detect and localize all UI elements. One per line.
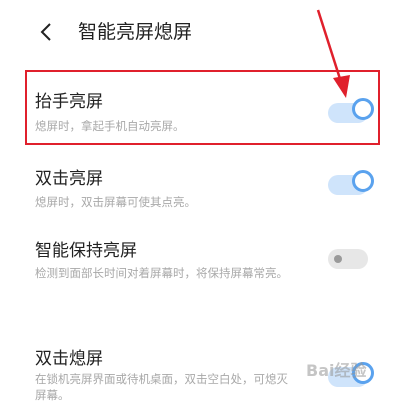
smart-stay-awake-toggle[interactable] [328,249,368,269]
setting-description: 熄屏时，双击屏幕可使其点亮。 [35,195,196,209]
toggle-knob [352,170,374,192]
setting-double-tap-wake: 双击亮屏 熄屏时，双击屏幕可使其点亮。 [0,167,409,217]
setting-label: 双击熄屏 [35,349,103,369]
header-bar: 智能亮屏熄屏 [0,0,409,62]
setting-double-tap-sleep: 双击熄屏 在锁机亮屏界面或待机桌面，双击空白处，可熄灭 屏幕。 [0,347,409,402]
setting-label: 抬手亮屏 [35,92,103,112]
page-title: 智能亮屏熄屏 [78,21,193,43]
setting-description: 在锁机亮屏界面或待机桌面，双击空白处，可熄灭 [35,372,288,386]
setting-label: 双击亮屏 [35,169,103,189]
toggle-knob [352,362,374,384]
raise-to-wake-toggle[interactable] [328,98,374,123]
toggle-knob [352,98,374,120]
back-arrow-icon[interactable] [36,18,60,46]
setting-description: 检测到面部长时间对着屏幕时，将保持屏幕常亮。 [35,266,288,280]
setting-raise-to-wake: 抬手亮屏 熄屏时，拿起手机自动亮屏。 [0,90,409,140]
setting-description: 熄屏时，拿起手机自动亮屏。 [35,119,185,133]
setting-label: 智能保持亮屏 [35,241,137,261]
double-tap-sleep-toggle[interactable] [328,362,374,387]
double-tap-wake-toggle[interactable] [328,170,374,195]
setting-smart-stay-awake: 智能保持亮屏 检测到面部长时间对着屏幕时，将保持屏幕常亮。 [0,239,409,289]
setting-description-cont: 屏幕。 [35,388,70,402]
toggle-knob [334,255,342,263]
